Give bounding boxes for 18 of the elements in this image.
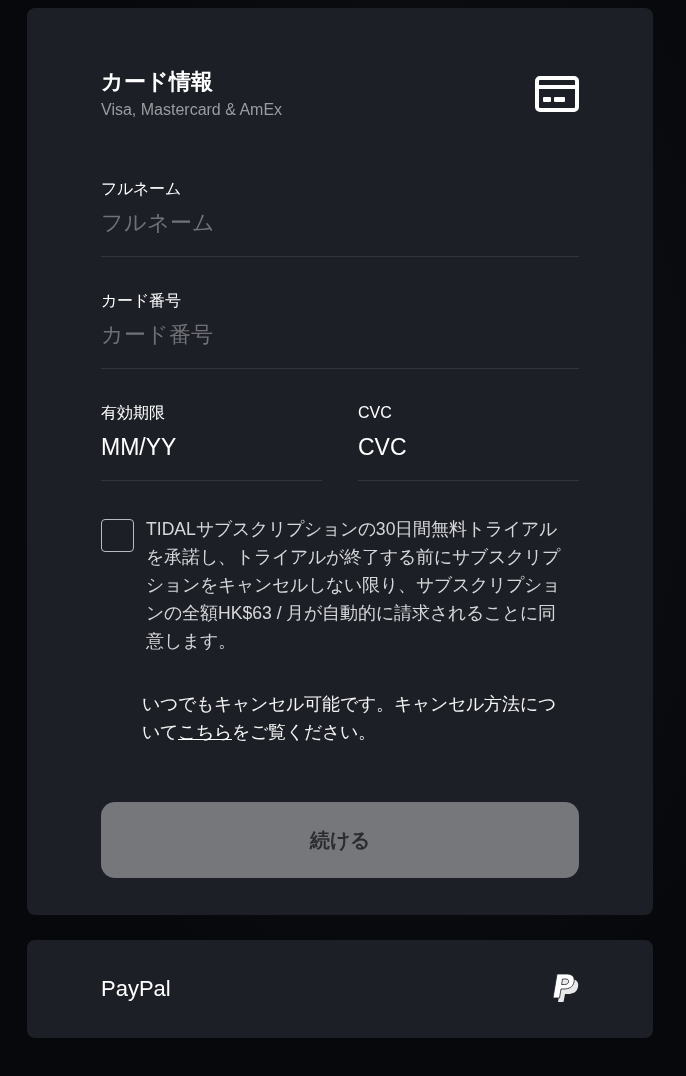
full-name-field[interactable]: フルネーム — [101, 203, 579, 257]
card-number-field[interactable]: カード番号 — [101, 315, 579, 369]
consent-checkbox[interactable] — [101, 519, 134, 552]
paypal-logo-icon — [552, 973, 580, 1005]
field-label: CVC — [358, 403, 393, 423]
cancel-info-link[interactable]: こちら — [178, 722, 232, 742]
field-label: カード番号 — [101, 291, 182, 311]
form-subtitle: Visa, Mastercard & AmEx — [101, 100, 283, 120]
form-title: カード情報 — [101, 68, 214, 96]
expiry-date-field[interactable]: MM/YY — [101, 427, 322, 481]
credit-card-icon — [535, 76, 579, 112]
paypal-label: PayPal — [101, 976, 171, 1002]
cvc-field[interactable]: CVC — [358, 427, 579, 481]
field-label: 有効期限 — [101, 403, 166, 423]
consent-text: TIDALサブスクリプションの30日間無料トライアルを承諾し、トライアルが終了する前にサブスクリプションをキャンセルしない限り、サブスクリプションの全額HK$63 / 月が自動的に請求されることに同意します。 — [146, 518, 562, 653]
field-label: フルネーム — [101, 179, 182, 199]
cancel-note: いつでもキャンセル可能です。キャンセル方法について こちら をご覧ください。 — [142, 693, 557, 744]
paypal-option-card[interactable]: PayPal — [27, 940, 653, 1038]
